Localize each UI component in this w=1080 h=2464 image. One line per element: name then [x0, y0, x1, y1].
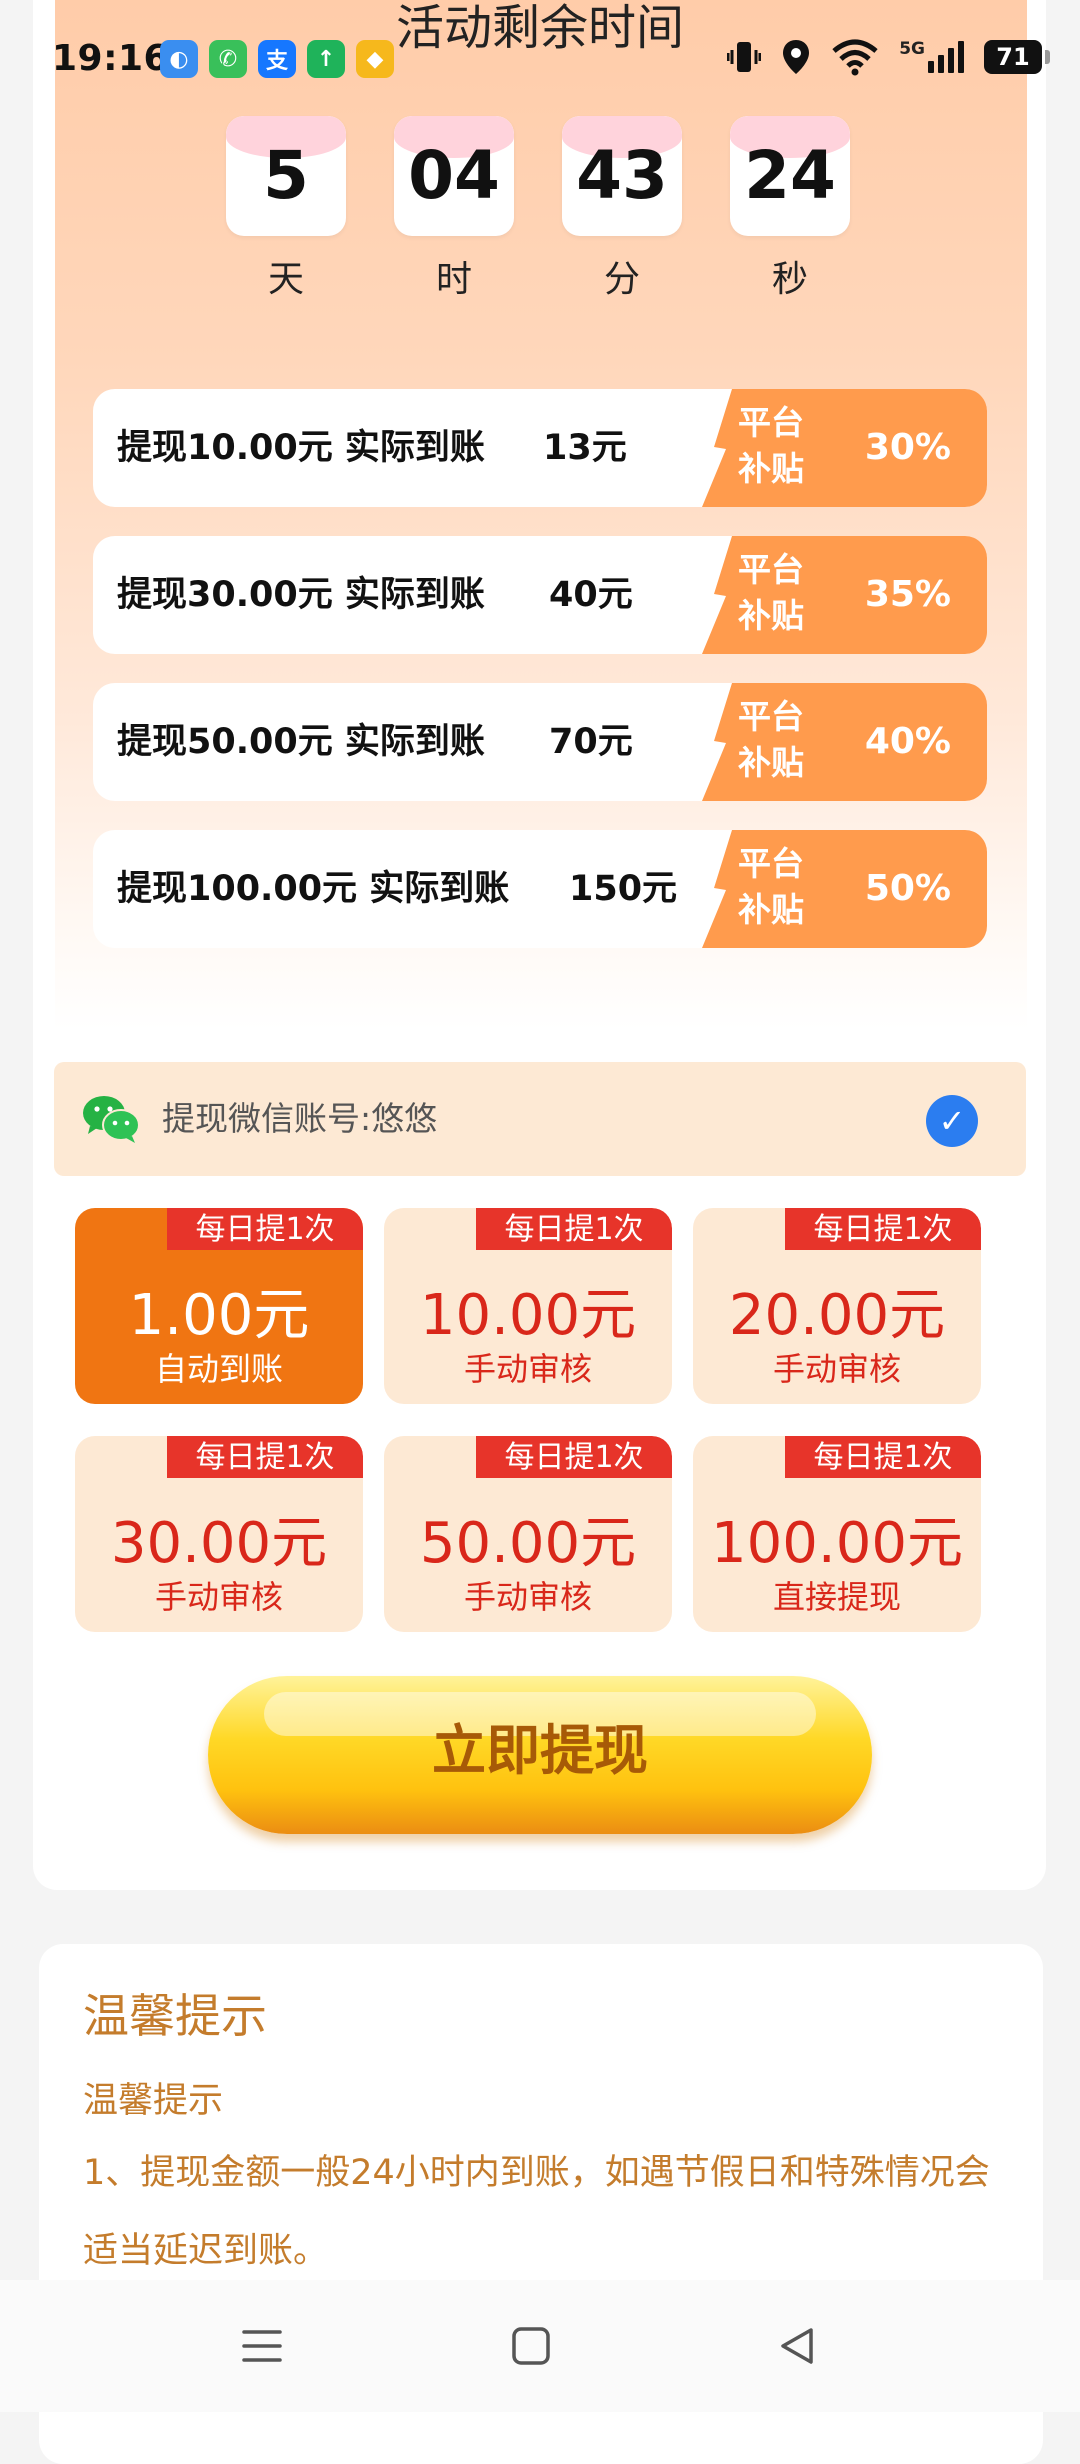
amount-value: 10.00元 — [419, 1283, 637, 1348]
location-icon — [783, 40, 810, 74]
vibrate-icon — [727, 42, 762, 72]
menu-icon — [242, 2330, 282, 2362]
tips-line: 1、提现金额一般24小时内到账，如遇节假日和特殊情况会适当延迟到账。 — [83, 2153, 990, 2271]
offer-row: 提现30.00元 实际到账 40元 平台补贴 35% — [93, 536, 987, 654]
amount-option[interactable]: 每日提1次 100.00元 直接提现 — [693, 1436, 981, 1632]
subsidy-tag: 平台补贴 30% — [702, 389, 987, 507]
tips-subtitle: 温馨提示 — [83, 2081, 224, 2121]
subsidy-label: 平台补贴 — [738, 403, 804, 488]
offer-withdraw-text: 提现30.00元 实际到账 — [117, 575, 485, 615]
subsidy-rate: 50% — [864, 868, 951, 909]
amount-value: 1.00元 — [128, 1283, 310, 1348]
countdown-minutes-label: 分 — [603, 259, 640, 300]
amount-value: 30.00元 — [110, 1511, 328, 1576]
countdown-hours-label: 时 — [435, 259, 472, 300]
browser-app-icon: ◐ — [160, 40, 198, 78]
upload-app-icon: ↑ — [307, 40, 345, 78]
amount-method: 手动审核 — [463, 1578, 592, 1616]
amount-method: 手动审核 — [154, 1578, 283, 1616]
countdown-seconds-label: 秒 — [771, 259, 808, 300]
wechat-icon — [83, 1096, 140, 1143]
countdown-minutes-value: 43 — [576, 137, 668, 214]
system-nav-bar — [0, 2280, 1080, 2412]
status-app-icons: ◐ ✆ 支 ↑ ◆ — [160, 40, 394, 78]
amount-option[interactable]: 每日提1次 20.00元 手动审核 — [693, 1208, 981, 1404]
battery-icon: 71 — [984, 40, 1050, 74]
amount-option[interactable]: 每日提1次 10.00元 手动审核 — [384, 1208, 672, 1404]
signal-group: 5G — [899, 41, 964, 73]
offer-withdraw-text: 提现50.00元 实际到账 — [117, 722, 485, 762]
countdown-seconds: 24 秒 — [730, 116, 850, 302]
phone-app-icon: ✆ — [209, 40, 247, 78]
daily-limit-tag: 每日提1次 — [167, 1436, 363, 1478]
subsidy-tag: 平台补贴 50% — [702, 830, 987, 948]
offer-actual-amount: 70元 — [549, 722, 633, 762]
countdown-hours-value: 04 — [408, 137, 500, 214]
offer-actual-amount: 40元 — [549, 575, 633, 615]
wechat-account-label: 提现微信账号:悠悠 — [162, 1099, 438, 1138]
subsidy-tag: 平台补贴 35% — [702, 536, 987, 654]
amount-option[interactable]: 每日提1次 30.00元 手动审核 — [75, 1436, 363, 1632]
offer-row: 提现100.00元 实际到账 150元 平台补贴 50% — [93, 830, 987, 948]
amount-option[interactable]: 每日提1次 1.00元 自动到账 — [75, 1208, 363, 1404]
daily-limit-tag: 每日提1次 — [476, 1208, 672, 1250]
withdraw-now-button[interactable]: 立即提现 — [208, 1676, 872, 1834]
status-bar: 19:16 ◐ ✆ 支 ↑ ◆ 5G 71 — [0, 0, 1080, 118]
back-triangle-icon — [781, 2328, 813, 2364]
subsidy-rate: 40% — [864, 721, 951, 762]
network-type: 5G — [899, 39, 925, 59]
tips-title: 温馨提示 — [83, 1989, 267, 2043]
status-time: 19:16 — [52, 38, 170, 79]
coin-app-icon: ◆ — [356, 40, 394, 78]
offer-withdraw-text: 提现10.00元 实际到账 — [117, 428, 485, 468]
status-indicators: 5G 71 — [727, 38, 1050, 76]
alipay-app-icon: 支 — [258, 40, 296, 78]
offer-actual-amount: 13元 — [543, 428, 627, 468]
home-square-icon — [512, 2327, 550, 2365]
amount-value: 20.00元 — [728, 1283, 946, 1348]
subsidy-rate: 35% — [864, 574, 951, 615]
menu-nav-button[interactable] — [230, 2314, 294, 2378]
offer-actual-amount: 150元 — [569, 869, 678, 909]
amount-method: 直接提现 — [772, 1578, 901, 1616]
subsidy-tag: 平台补贴 40% — [702, 683, 987, 801]
withdraw-now-label: 立即提现 — [432, 1719, 648, 1782]
subsidy-label: 平台补贴 — [738, 697, 804, 782]
daily-limit-tag: 每日提1次 — [167, 1208, 363, 1250]
countdown-days: 5 天 — [226, 116, 346, 302]
subsidy-label: 平台补贴 — [738, 844, 804, 929]
countdown-days-label: 天 — [267, 259, 304, 300]
offer-row: 提现10.00元 实际到账 13元 平台补贴 30% — [93, 389, 987, 507]
back-nav-button[interactable] — [765, 2314, 829, 2378]
daily-limit-tag: 每日提1次 — [785, 1208, 981, 1250]
wechat-account-row[interactable]: 提现微信账号:悠悠 ✓ — [54, 1062, 1026, 1176]
amount-method: 自动到账 — [154, 1350, 283, 1388]
amount-method: 手动审核 — [772, 1350, 901, 1388]
amount-value: 100.00元 — [711, 1511, 963, 1576]
countdown-seconds-value: 24 — [744, 137, 836, 214]
home-nav-button[interactable] — [499, 2314, 563, 2378]
check-icon[interactable]: ✓ — [926, 1095, 978, 1147]
amount-value: 50.00元 — [419, 1511, 637, 1576]
amount-method: 手动审核 — [463, 1350, 592, 1388]
offer-withdraw-text: 提现100.00元 实际到账 — [117, 869, 510, 909]
daily-limit-tag: 每日提1次 — [476, 1436, 672, 1478]
daily-limit-tag: 每日提1次 — [785, 1436, 981, 1478]
offer-row: 提现50.00元 实际到账 70元 平台补贴 40% — [93, 683, 987, 801]
subsidy-rate: 30% — [864, 427, 951, 468]
wifi-icon — [832, 39, 878, 76]
countdown-timer: 5 天 04 时 43 分 24 秒 — [226, 116, 850, 302]
subsidy-label: 平台补贴 — [738, 550, 804, 635]
amount-option[interactable]: 每日提1次 50.00元 手动审核 — [384, 1436, 672, 1632]
countdown-minutes: 43 分 — [562, 116, 682, 302]
countdown-hours: 04 时 — [394, 116, 514, 302]
signal-icon — [928, 41, 964, 73]
countdown-days-value: 5 — [263, 137, 309, 214]
